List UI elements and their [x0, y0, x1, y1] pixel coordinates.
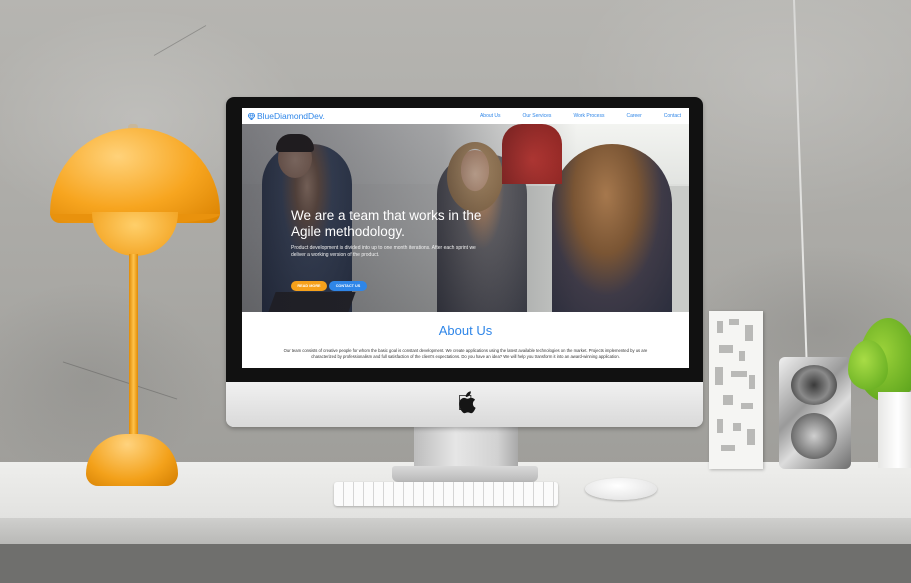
- monitor-stand-base: [392, 466, 538, 482]
- box-hole: [729, 319, 739, 325]
- website-screen: BlueDiamondDev. About Us Our Services Wo…: [242, 108, 689, 368]
- retro-speaker: [779, 357, 851, 469]
- desk-edge: [0, 518, 911, 544]
- mouse: [585, 478, 657, 500]
- box-hole: [741, 403, 753, 409]
- nav-career[interactable]: Career: [626, 111, 641, 121]
- speaker-grill: [791, 413, 837, 459]
- box-hole: [733, 423, 741, 431]
- site-logo[interactable]: BlueDiamondDev.: [248, 110, 325, 122]
- box-hole: [715, 367, 723, 385]
- hero-text: Product development is divided into up t…: [291, 245, 476, 258]
- box-hole: [717, 419, 723, 433]
- box-hole: [723, 395, 733, 405]
- nav-about-us[interactable]: About Us: [480, 111, 501, 121]
- box-hole: [745, 325, 753, 341]
- about-us-text: Our team consists of creative people for…: [283, 348, 648, 359]
- speaker-knob: [791, 365, 837, 405]
- apple-logo-icon: [459, 391, 476, 414]
- floor: [0, 544, 911, 583]
- read-more-button[interactable]: READ MORE: [291, 281, 327, 291]
- contact-us-button[interactable]: CONTACT US: [329, 281, 367, 291]
- plant-pot: [878, 392, 911, 468]
- hero-section: We are a team that works in the Agile me…: [242, 124, 689, 312]
- diamond-icon: [248, 112, 255, 120]
- logo-text: BlueDiamondDev.: [257, 110, 325, 121]
- site-navbar: BlueDiamondDev. About Us Our Services Wo…: [242, 108, 689, 124]
- nav-work-process[interactable]: Work Process: [573, 111, 604, 121]
- box-hole: [749, 375, 755, 389]
- box-hole: [717, 321, 723, 333]
- box-hole: [739, 351, 745, 361]
- box-hole: [731, 371, 747, 377]
- box-hole: [721, 445, 735, 451]
- about-us-title: About Us: [438, 323, 493, 338]
- keyboard: [334, 482, 558, 506]
- box-hole: [747, 429, 755, 445]
- nav-contact[interactable]: Contact: [664, 111, 681, 121]
- hero-title: We are a team that works in the Agile me…: [291, 208, 482, 239]
- perforated-box: [709, 311, 763, 469]
- box-hole: [719, 345, 733, 353]
- nav-our-services[interactable]: Our Services: [523, 111, 552, 121]
- lamp-stem: [129, 254, 138, 444]
- nav-links: About Us Our Services Work Process Caree…: [458, 111, 681, 121]
